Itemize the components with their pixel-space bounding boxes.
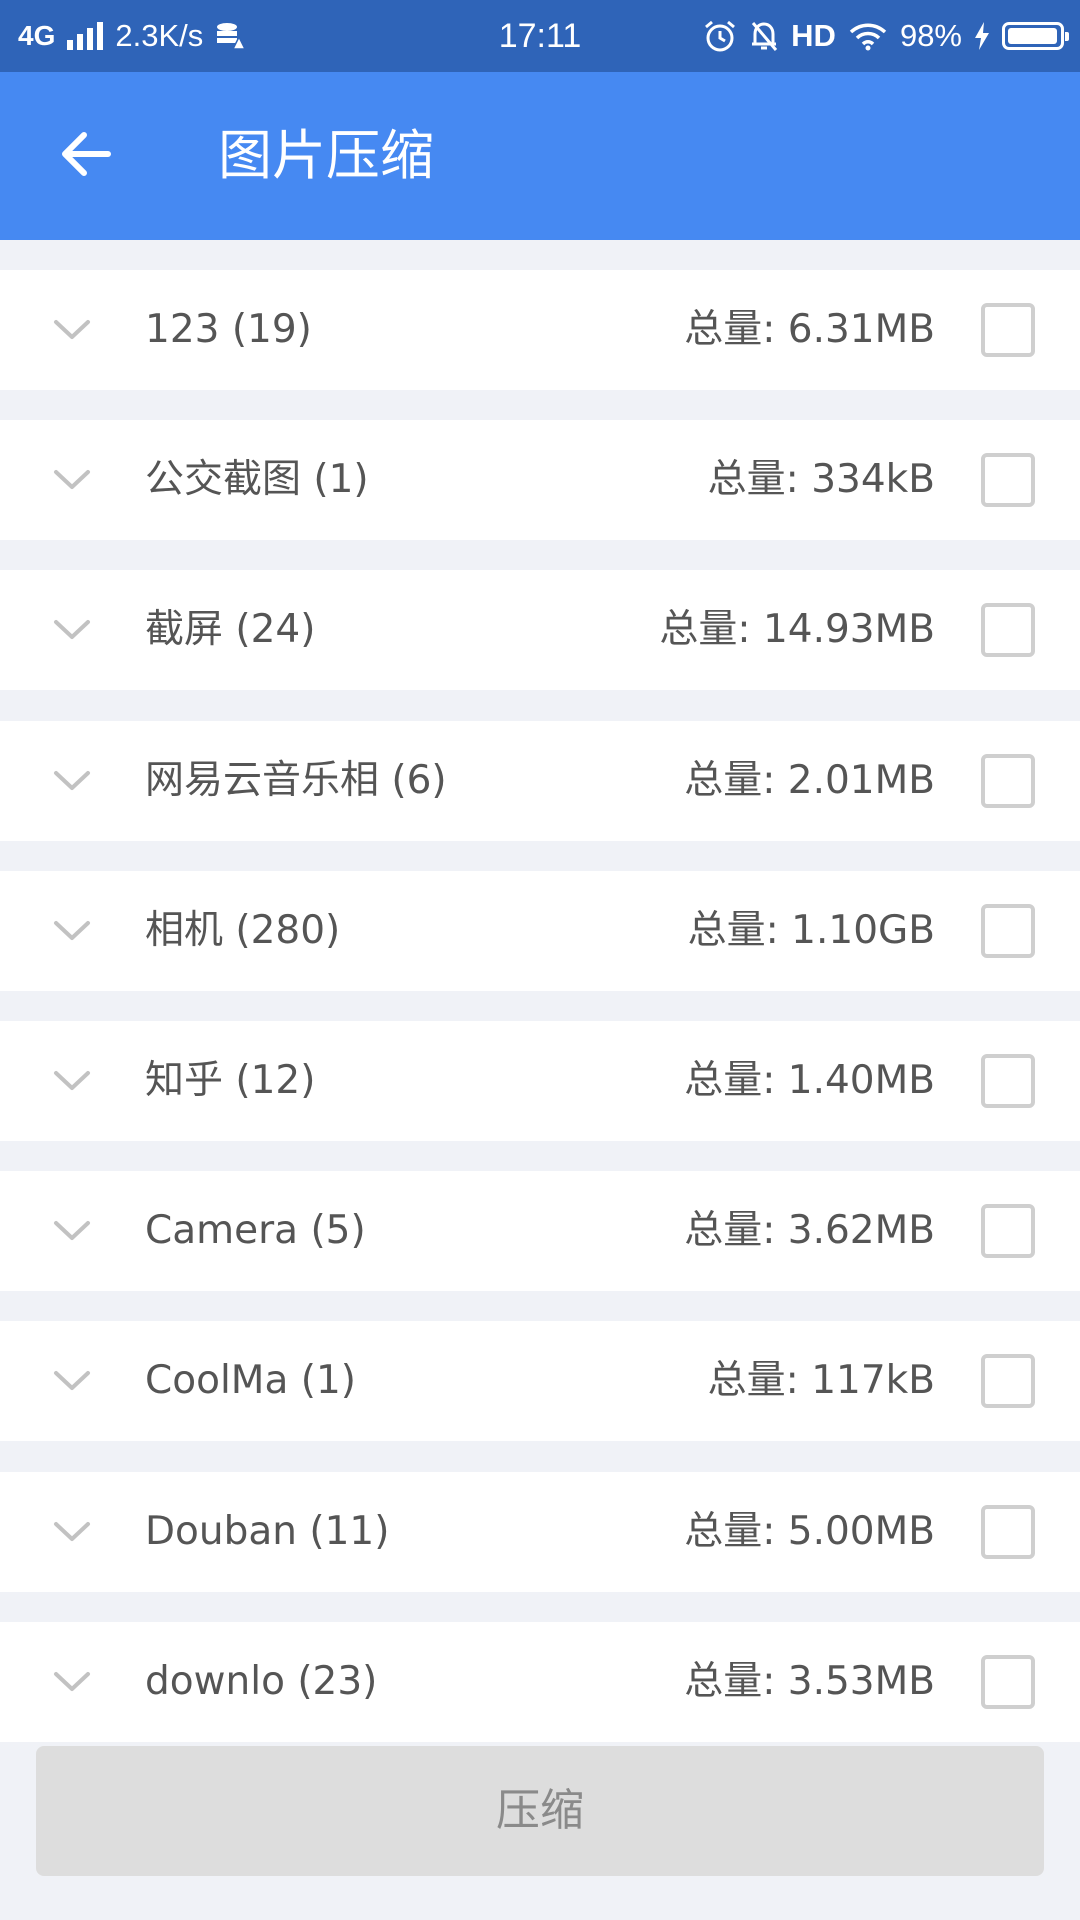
chevron-down-icon[interactable] <box>50 1664 94 1700</box>
app-bar: 图片压缩 <box>0 72 1080 240</box>
album-row[interactable]: 知乎 (12) 总量: 1.40MB <box>0 1021 1080 1141</box>
battery-icon <box>1002 22 1069 50</box>
album-checkbox[interactable] <box>981 303 1035 357</box>
chevron-down-icon[interactable] <box>50 1063 94 1099</box>
album-name: Douban (11) <box>145 1508 390 1554</box>
album-row[interactable]: 网易云音乐相 (6) 总量: 2.01MB <box>0 720 1080 841</box>
album-row[interactable]: Douban (11) 总量: 5.00MB <box>0 1471 1080 1592</box>
album-name: downlo (23) <box>145 1658 378 1704</box>
album-total-size: 总量: 14.93MB <box>659 607 935 653</box>
hd-indicator: HD <box>791 18 836 53</box>
album-name: 公交截图 (1) <box>145 457 369 503</box>
album-checkbox[interactable] <box>981 1204 1035 1259</box>
album-name: 123 (19) <box>145 307 312 352</box>
album-checkbox[interactable] <box>981 1054 1035 1108</box>
album-total-size: 总量: 2.01MB <box>684 757 935 803</box>
chevron-down-icon[interactable] <box>50 913 94 949</box>
album-name: 知乎 (12) <box>145 1058 316 1103</box>
arrow-left-icon[interactable] <box>54 122 118 186</box>
chevron-down-icon[interactable] <box>50 462 94 498</box>
album-checkbox[interactable] <box>981 1504 1035 1559</box>
album-row[interactable]: downlo (23) 总量: 3.53MB <box>0 1621 1080 1742</box>
chevron-down-icon[interactable] <box>50 1213 94 1249</box>
album-checkbox[interactable] <box>981 753 1035 808</box>
battery-percent: 98% <box>899 18 962 53</box>
album-total-size: 总量: 1.10GB <box>687 907 935 953</box>
album-row[interactable]: CoolMa (1) 总量: 117kB <box>0 1321 1080 1442</box>
album-name: 相机 (280) <box>145 907 341 953</box>
album-row[interactable]: 截屏 (24) 总量: 14.93MB <box>0 570 1080 691</box>
chevron-down-icon[interactable] <box>50 612 94 648</box>
album-checkbox[interactable] <box>981 1354 1035 1409</box>
charging-bolt-icon <box>975 22 989 50</box>
alarm-icon <box>705 20 736 52</box>
album-checkbox[interactable] <box>981 603 1035 658</box>
album-total-size: 总量: 6.31MB <box>684 307 935 352</box>
album-total-size: 总量: 117kB <box>707 1358 935 1404</box>
status-bar: 4G 2.3K/s 17:11 HD 98% <box>0 0 1080 72</box>
album-checkbox[interactable] <box>981 903 1035 958</box>
wifi-icon <box>849 23 887 51</box>
album-checkbox[interactable] <box>981 453 1035 508</box>
status-right: HD 98% <box>703 0 1069 72</box>
album-total-size: 总量: 1.40MB <box>684 1058 935 1103</box>
album-name: Camera (5) <box>145 1208 366 1254</box>
album-row[interactable]: 123 (19) 总量: 6.31MB <box>0 270 1080 390</box>
album-total-size: 总量: 3.62MB <box>684 1208 935 1254</box>
chevron-down-icon[interactable] <box>50 312 94 348</box>
album-total-size: 总量: 334kB <box>707 457 935 503</box>
chevron-down-icon[interactable] <box>50 763 94 799</box>
album-total-size: 总量: 3.53MB <box>684 1658 935 1704</box>
album-checkbox[interactable] <box>981 1654 1035 1709</box>
page-title: 图片压缩 <box>218 124 434 187</box>
album-total-size: 总量: 5.00MB <box>684 1508 935 1554</box>
album-row[interactable]: Camera (5) 总量: 3.62MB <box>0 1171 1080 1292</box>
album-row[interactable]: 相机 (280) 总量: 1.10GB <box>0 870 1080 991</box>
album-row[interactable]: 公交截图 (1) 总量: 334kB <box>0 420 1080 541</box>
chevron-down-icon[interactable] <box>50 1514 94 1550</box>
bell-off-icon <box>752 22 778 51</box>
album-name: 网易云音乐相 (6) <box>145 757 447 803</box>
compress-button[interactable]: 压缩 <box>36 1746 1044 1876</box>
chevron-down-icon[interactable] <box>50 1363 94 1399</box>
album-name: CoolMa (1) <box>145 1358 356 1404</box>
album-name: 截屏 (24) <box>145 607 316 653</box>
battery-fill <box>1008 28 1057 44</box>
